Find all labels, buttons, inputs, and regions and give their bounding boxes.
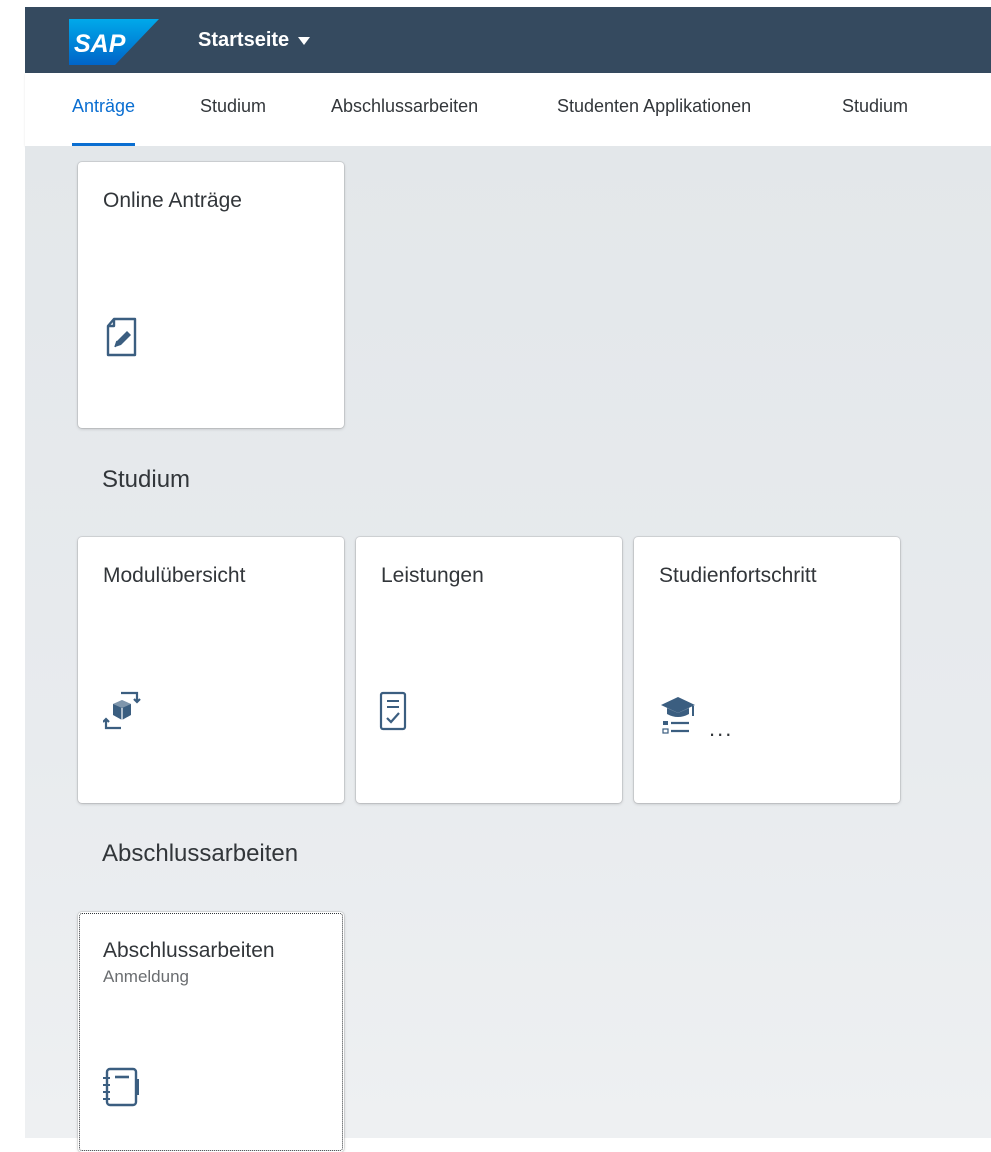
tab-studium-2[interactable]: Studium (842, 73, 908, 146)
tile-moduluebersicht[interactable]: Modulübersicht (78, 537, 344, 803)
shell-bar: SAP Startseite (25, 7, 991, 73)
tile-studienfortschritt[interactable]: Studienfortschritt ... (634, 537, 900, 803)
edit-document-icon (106, 317, 137, 357)
education-list-icon (661, 697, 695, 734)
tile-title: Online Anträge (103, 189, 242, 212)
app-title-menu[interactable]: Startseite (198, 7, 311, 73)
svg-text:SAP: SAP (74, 30, 126, 58)
group-title-studium: Studium (102, 466, 191, 493)
anchor-navigation-bar: Anträge Studium Abschlussarbeiten Studen… (25, 73, 991, 146)
caret-down-icon (298, 37, 311, 45)
tab-antraege[interactable]: Anträge (72, 73, 136, 146)
tab-studium[interactable]: Studium (200, 73, 266, 146)
notebook-icon (103, 1067, 139, 1107)
app-title: Startseite (198, 29, 290, 51)
tile-title: Leistungen (381, 564, 484, 587)
group-title-abschlussarbeiten: Abschlussarbeiten (102, 840, 299, 867)
tab-abschlussarbeiten[interactable]: Abschlussarbeiten (331, 73, 478, 146)
tab-studenten-applikationen[interactable]: Studenten Applikationen (557, 73, 751, 146)
tile-abschlussarbeiten-anmeldung[interactable]: Abschlussarbeiten Anmeldung (78, 912, 344, 1152)
tile-online-antraege[interactable]: Online Anträge (78, 162, 344, 428)
tile-title: Abschlussarbeiten (103, 939, 275, 962)
tile-title: Studienfortschritt (659, 564, 817, 587)
more-indicator: ... (709, 716, 734, 741)
tile-title: Modulübersicht (103, 564, 246, 587)
module-cube-icon (103, 691, 141, 730)
tile-subtitle: Anmeldung (103, 967, 190, 986)
tile-leistungen[interactable]: Leistungen (356, 537, 622, 803)
checklist-document-icon (379, 691, 407, 731)
sap-logo[interactable]: SAP (69, 19, 159, 65)
home-content[interactable]: Online Anträge Studium Modulübersicht Le… (25, 146, 991, 1152)
